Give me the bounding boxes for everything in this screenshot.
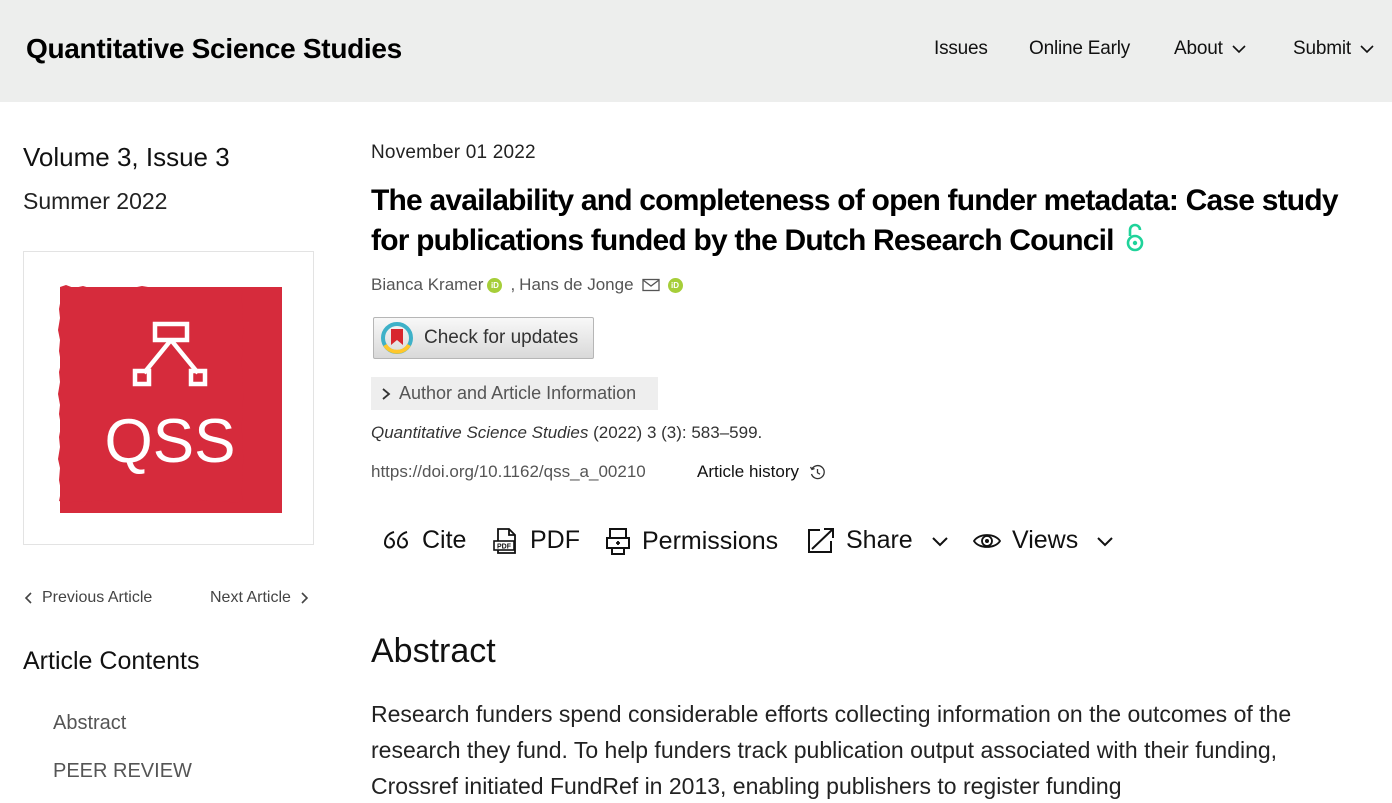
article-contents-heading: Article Contents [23,647,200,675]
issue-season: Summer 2022 [23,188,168,214]
nav-online-early-label: Online Early [1029,38,1131,59]
author-info-toggle[interactable]: Author and Article Information [371,377,658,410]
abstract-heading: Abstract [371,632,496,670]
article-history-link[interactable]: Article history [697,462,826,482]
nav-about[interactable]: About [1174,38,1247,60]
pdf-label: PDF [530,526,580,554]
crossmark-icon [381,322,413,354]
article-title-text: The availability and completeness of ope… [371,184,1339,257]
permissions-icon [606,528,630,555]
share-button[interactable]: Share [806,526,949,555]
envelope-icon[interactable] [641,278,660,292]
cite-label: Cite [422,526,467,554]
chevron-down-icon [1232,45,1246,54]
previous-article-label: Previous Article [42,589,153,606]
nav-submit-label: Submit [1293,38,1351,59]
journal-cover[interactable]: QSS [23,251,314,545]
next-article-label: Next Article [210,589,291,606]
citation-details: (2022) 3 (3): 583–599. [588,423,763,442]
history-clock-icon [809,464,825,479]
publication-date: November 01 2022 [371,142,536,163]
cite-button[interactable]: Cite [382,526,466,555]
next-article-link[interactable]: Next Article [210,589,309,607]
eye-icon [972,533,1002,548]
chevron-right-icon [301,592,309,604]
chevron-right-icon [382,387,391,400]
permissions-label: Permissions [642,526,779,555]
orcid-icon[interactable]: iD [667,277,683,293]
open-access-icon [1126,223,1144,252]
views-label: Views [1012,526,1079,554]
doi-link[interactable]: https://doi.org/10.1162/qss_a_00210 [371,462,646,482]
share-arrow-icon [808,527,834,553]
nav-submit[interactable]: Submit [1293,38,1375,60]
author-separator: , [510,275,516,294]
chevron-down-icon [1360,45,1374,54]
chevron-down-icon [932,536,948,546]
cover-qss-text: QSS [105,407,236,476]
qss-logo-image: QSS [58,285,282,513]
toc-item-abstract[interactable]: Abstract [53,712,126,735]
check-for-updates-button[interactable]: Check for updates [373,317,594,359]
site-header: Quantitative Science Studies Issues Onli… [0,0,1392,102]
svg-text:PDF: PDF [497,543,512,550]
citation-line: Quantitative Science Studies (2022) 3 (3… [371,423,762,443]
permissions-button[interactable]: Permissions [604,526,778,556]
article-history-label: Article history [697,462,800,481]
author-info-label: Author and Article Information [399,383,637,403]
views-button[interactable]: Views [972,526,1114,555]
nav-issues-label: Issues [934,38,988,59]
orcid-icon[interactable]: iD [487,277,503,293]
share-label: Share [846,526,913,554]
toc-item-peer-review[interactable]: PEER REVIEW [53,760,192,783]
check-for-updates-label: Check for updates [424,327,579,348]
previous-article-link[interactable]: Previous Article [24,589,152,607]
nav-about-label: About [1174,38,1223,59]
article-title: The availability and completeness of ope… [371,181,1361,261]
site-title[interactable]: Quantitative Science Studies [26,33,402,65]
pdf-file-icon: PDF [493,527,516,554]
author-name[interactable]: Bianca Kramer [371,275,483,295]
nav-issues[interactable]: Issues [934,38,988,60]
author-name[interactable]: Hans de Jonge [519,275,633,295]
chevron-left-icon [24,592,32,604]
pdf-button[interactable]: PDF PDF [492,526,580,555]
author-list: Bianca Kramer iD , Hans de Jonge iD [371,275,683,295]
citation-journal: Quantitative Science Studies [371,423,589,442]
nav-online-early[interactable]: Online Early [1029,38,1130,60]
issue-volume[interactable]: Volume 3, Issue 3 [23,142,230,173]
quote-icon [383,530,408,548]
chevron-down-icon [1097,536,1113,546]
abstract-text: Research funders spend considerable effo… [371,701,1292,799]
